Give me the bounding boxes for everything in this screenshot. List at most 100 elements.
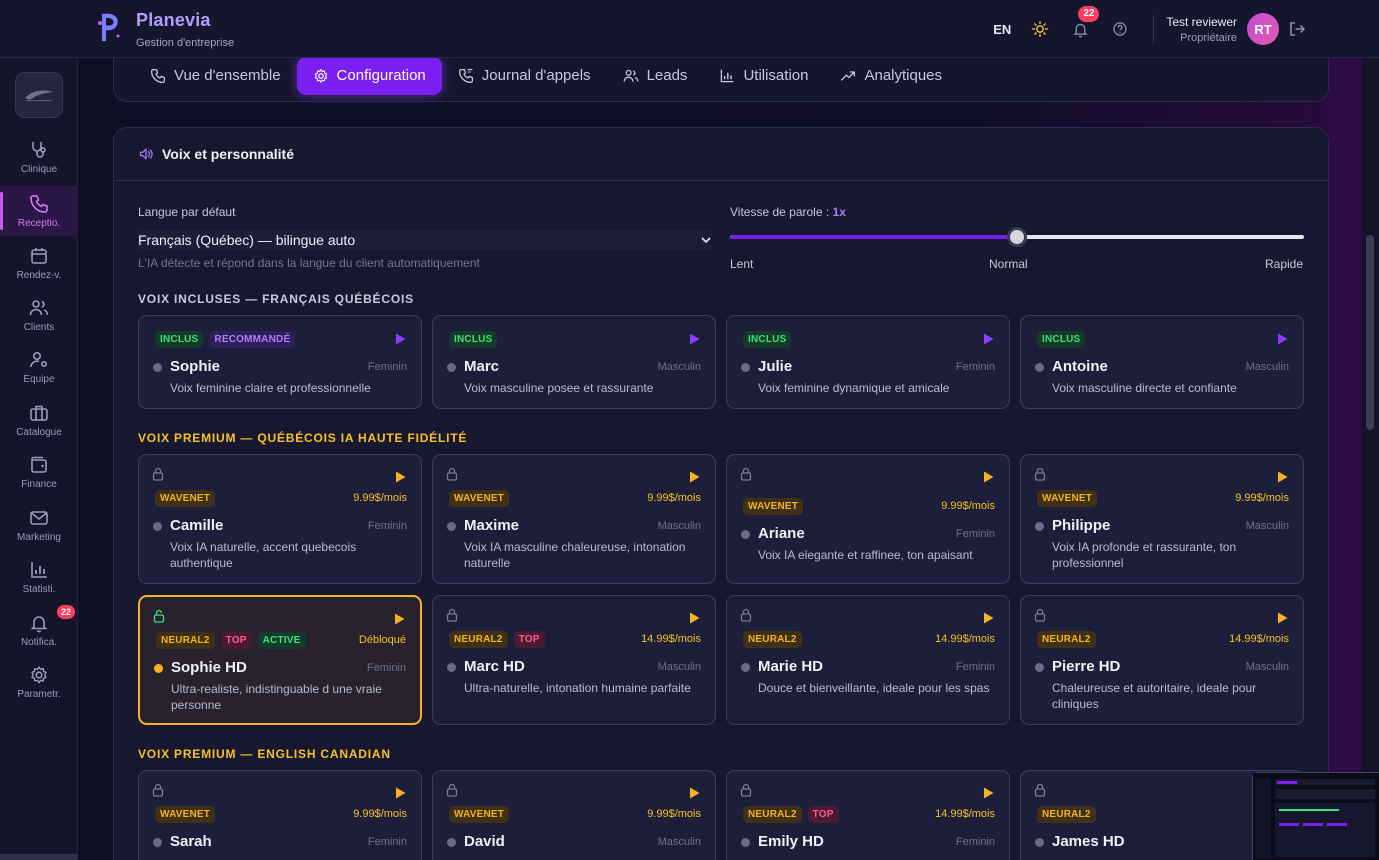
language-toggle[interactable]: EN xyxy=(993,22,1011,37)
status-dot xyxy=(1035,838,1044,847)
play-icon[interactable] xyxy=(393,470,407,484)
play-icon[interactable] xyxy=(1275,611,1289,625)
voice-card-sophie-hd[interactable]: Débloqué NEURAL2 TOP ACTIVE Sophie HD Feminin… xyxy=(138,595,422,725)
status-dot xyxy=(741,838,750,847)
speed-label-text: Vitesse de parole : xyxy=(730,205,833,219)
voice-card-sophie[interactable]: INCLUS RECOMMANDÉ Sophie Feminin Voix femini… xyxy=(138,315,422,409)
status-dot xyxy=(153,522,162,531)
voice-card-philippe[interactable]: 9.99$/mois WAVENET Philippe Masculin Voix IA… xyxy=(1020,454,1304,584)
scrollbar-track[interactable] xyxy=(1362,58,1379,860)
sidebar-item-clients[interactable]: Clients xyxy=(0,290,78,340)
lock-icon xyxy=(740,783,752,797)
voice-card-david[interactable]: 9.99$/mois WAVENET David Masculin xyxy=(432,770,716,860)
card-header: Voix et personnalité xyxy=(114,128,1328,181)
voice-card-pierre-hd[interactable]: 14.99$/mois NEURAL2 Pierre HD Masculin Chale… xyxy=(1020,595,1304,725)
language-select-value: Français (Québec) — bilingue auto xyxy=(138,232,356,248)
voice-tag: NEURAL2 xyxy=(743,631,802,648)
voice-card-julie[interactable]: INCLUS Julie Feminin Voix feminine dynamiqu… xyxy=(726,315,1010,409)
speed-slider-thumb[interactable] xyxy=(1007,227,1027,247)
help-icon[interactable] xyxy=(1109,18,1131,40)
voice-card-ariane[interactable]: 9.99$/mois WAVENET Ariane Feminin Voix IA el… xyxy=(726,454,1010,584)
sidebar-item-clinique[interactable]: Clinique xyxy=(0,132,78,182)
sidebar: Clinique Receptio. Rendez-v. Clients Equ… xyxy=(0,58,78,860)
sidebar-item-label: Finance xyxy=(21,478,57,490)
sidebar-item-notifications[interactable]: Notifica. 22 xyxy=(0,605,78,655)
speed-label: Vitesse de parole : 1x xyxy=(730,205,846,219)
voice-card-sarah[interactable]: 9.99$/mois WAVENET Sarah Feminin xyxy=(138,770,422,860)
voice-card-camille[interactable]: 9.99$/mois WAVENET Camille Feminin Voix IA n… xyxy=(138,454,422,584)
play-icon[interactable] xyxy=(981,332,995,346)
tab-leads[interactable]: Leads xyxy=(607,57,704,95)
sidebar-item-statistiques[interactable]: Statisti. xyxy=(0,552,78,602)
tab-configuration[interactable]: Configuration xyxy=(296,56,442,95)
sidebar-item-receptio[interactable]: Receptio. xyxy=(0,186,78,236)
tab-label: Analytiques xyxy=(864,67,943,84)
voice-card-maxime[interactable]: 9.99$/mois WAVENET Maxime Masculin Voix IA m… xyxy=(432,454,716,584)
status-dot xyxy=(1035,522,1044,531)
bell-icon[interactable]: 22 xyxy=(1069,6,1100,40)
play-icon[interactable] xyxy=(393,332,407,346)
play-icon[interactable] xyxy=(392,612,406,626)
logout-icon[interactable] xyxy=(1287,19,1307,39)
scrollbar-thumb[interactable] xyxy=(1366,235,1374,430)
sidebar-item-rendez-vous[interactable]: Rendez-v. xyxy=(0,238,78,288)
avatar[interactable]: RT xyxy=(1247,13,1279,45)
sun-icon[interactable] xyxy=(1029,18,1051,40)
language-select[interactable]: Français (Québec) — bilingue auto xyxy=(138,230,712,250)
language-label: Langue par défaut xyxy=(138,205,236,219)
lock-icon xyxy=(152,467,164,481)
play-icon[interactable] xyxy=(1275,332,1289,346)
voice-name: Julie xyxy=(758,358,793,375)
play-icon[interactable] xyxy=(687,470,701,484)
voice-price: 14.99$/mois xyxy=(935,633,995,645)
tab-call-log[interactable]: Journal d'appels xyxy=(442,57,607,95)
voice-price: Débloqué xyxy=(358,634,406,646)
play-icon[interactable] xyxy=(1275,470,1289,484)
voice-card-marc-hd[interactable]: 14.99$/mois NEURAL2 TOP Marc HD Masculin Ultr… xyxy=(432,595,716,725)
play-icon[interactable] xyxy=(393,786,407,800)
phone-log-icon xyxy=(458,68,473,83)
play-icon[interactable] xyxy=(981,786,995,800)
play-icon[interactable] xyxy=(981,611,995,625)
brand[interactable]: Planevia Gestion d'entreprise xyxy=(96,10,234,49)
sidebar-item-equipe[interactable]: Equipe xyxy=(0,342,78,392)
voice-description: Ultra-realiste, indistinguable d une vra… xyxy=(171,682,382,712)
sidebar-item-catalogue[interactable]: Catalogue xyxy=(0,395,78,445)
clinic-logo[interactable] xyxy=(15,72,63,118)
voice-card-antoine[interactable]: INCLUS Antoine Masculin Voix masculine dire… xyxy=(1020,315,1304,409)
speed-max-label: Rapide xyxy=(1265,257,1304,271)
status-dot xyxy=(153,363,162,372)
play-icon[interactable] xyxy=(981,470,995,484)
gear-icon xyxy=(31,665,47,683)
screen-preview-thumbnail[interactable] xyxy=(1252,772,1379,860)
play-icon[interactable] xyxy=(687,332,701,346)
sidebar-item-marketing[interactable]: Marketing xyxy=(0,500,78,550)
voice-tag: WAVENET xyxy=(743,498,804,515)
wallet-icon xyxy=(31,456,47,473)
sidebar-item-finance[interactable]: Finance xyxy=(0,447,78,497)
voice-tag: INCLUS xyxy=(1037,331,1086,348)
voice-name: Philippe xyxy=(1052,517,1111,534)
voice-tag: NEURAL2 xyxy=(449,631,508,648)
tab-analytics[interactable]: Analytiques xyxy=(824,57,958,95)
sidebar-item-label: Catalogue xyxy=(16,426,62,438)
horizontal-scrollbar[interactable] xyxy=(0,854,78,860)
tab-overview[interactable]: Vue d'ensemble xyxy=(134,57,297,95)
play-icon[interactable] xyxy=(687,786,701,800)
sidebar-item-parametres[interactable]: Parametr. xyxy=(0,657,78,707)
voice-card-marie-hd[interactable]: 14.99$/mois NEURAL2 Marie HD Feminin Douce e… xyxy=(726,595,1010,725)
voice-card-emily-hd[interactable]: 14.99$/mois NEURAL2 TOP Emily HD Feminin xyxy=(726,770,1010,860)
voice-name: James HD xyxy=(1052,833,1125,850)
speed-slider[interactable] xyxy=(730,227,1304,247)
voice-card-marc[interactable]: INCLUS Marc Masculin Voix masculine posee e… xyxy=(432,315,716,409)
voice-price: 9.99$/mois xyxy=(647,492,701,504)
voice-tag: WAVENET xyxy=(449,490,510,507)
user-info[interactable]: Test reviewer Propriétaire xyxy=(1166,15,1237,44)
voice-tag: WAVENET xyxy=(155,490,216,507)
users-icon xyxy=(623,69,639,82)
voice-name: Marc HD xyxy=(464,658,525,675)
tab-usage[interactable]: Utilisation xyxy=(703,57,824,95)
app-header: Planevia Gestion d'entreprise EN 22 Test… xyxy=(0,0,1379,58)
play-icon[interactable] xyxy=(687,611,701,625)
phone-icon xyxy=(150,68,166,83)
